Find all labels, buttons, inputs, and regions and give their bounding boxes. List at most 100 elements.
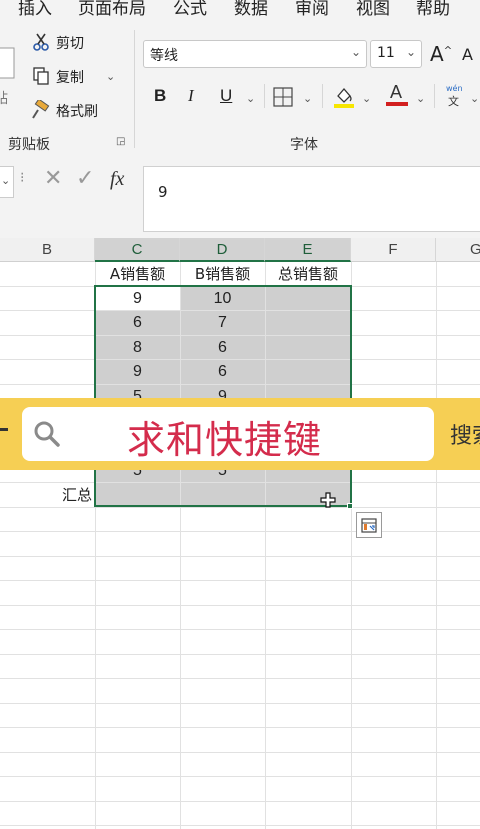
- font-color-chevron-down-icon[interactable]: ⌄: [416, 92, 425, 105]
- header-cell-total-sales[interactable]: 总销售额: [265, 262, 351, 286]
- chevron-down-icon: ⌄: [405, 45, 416, 59]
- total-label-cell[interactable]: 汇总: [0, 483, 92, 507]
- fill-handle[interactable]: [347, 503, 353, 509]
- paste-button[interactable]: 贴: [0, 30, 18, 120]
- gridline: [0, 556, 480, 557]
- column-headers: B C D E F G: [0, 238, 480, 262]
- gridline: [0, 507, 480, 508]
- increase-font-size-icon[interactable]: A^: [430, 42, 452, 66]
- name-box[interactable]: ⌄: [0, 166, 14, 198]
- borders-chevron-down-icon[interactable]: ⌄: [303, 92, 312, 105]
- gridline: [0, 629, 480, 630]
- paste-label: 贴: [0, 91, 8, 107]
- grip-icon: ⁝: [20, 170, 25, 186]
- decrease-font-size-icon[interactable]: A: [462, 45, 473, 64]
- ribbon: 贴 剪切 复制 ⌄ 格式刷 剪贴板 ◲ 等线 ⌄ 11 ⌄ A^ A B I U…: [0, 22, 480, 156]
- copy-label: 复制: [56, 70, 84, 86]
- chevron-down-icon: ⌄: [1, 174, 11, 187]
- gridline: [0, 727, 480, 728]
- enter-check-icon[interactable]: ✓: [76, 166, 94, 191]
- search-icon: [34, 421, 60, 447]
- column-header-b[interactable]: B: [0, 238, 95, 262]
- format-painter-icon: [32, 100, 50, 119]
- tab-help[interactable]: 帮助: [416, 0, 450, 19]
- tab-formulas[interactable]: 公式: [173, 0, 207, 19]
- column-header-g[interactable]: G: [436, 238, 480, 262]
- gridline: [0, 654, 480, 655]
- paste-icon: [0, 47, 15, 79]
- font-size-value: 11: [377, 45, 395, 61]
- gridline: [0, 605, 480, 606]
- gridline: [0, 531, 480, 532]
- tab-review[interactable]: 审阅: [295, 0, 329, 19]
- format-painter-button[interactable]: 格式刷: [30, 100, 110, 124]
- formula-bar: ⌄ ⁝ ✕ ✓ fx 9: [0, 156, 480, 238]
- banner-left-edge: [0, 428, 8, 431]
- column-header-c[interactable]: C: [95, 238, 180, 262]
- formula-value: 9: [158, 183, 168, 201]
- copy-icon: [33, 67, 49, 85]
- borders-icon[interactable]: [273, 87, 293, 107]
- font-group-label: 字体: [290, 137, 318, 153]
- phonetic-guide-button[interactable]: wén 文: [442, 84, 472, 110]
- tab-view[interactable]: 视图: [356, 0, 390, 19]
- ribbon-separator: [264, 84, 265, 108]
- chevron-down-icon: ⌄: [350, 45, 361, 59]
- gridline: [0, 801, 480, 802]
- gridline: [436, 262, 437, 829]
- column-header-f[interactable]: F: [351, 238, 436, 262]
- ribbon-separator: [134, 30, 135, 148]
- gridline: [0, 678, 480, 679]
- underline-button[interactable]: U: [220, 86, 232, 106]
- cancel-icon[interactable]: ✕: [44, 166, 62, 191]
- clipboard-group-label: 剪贴板: [8, 137, 50, 153]
- format-painter-label: 格式刷: [56, 104, 98, 120]
- tab-data[interactable]: 数据: [234, 0, 268, 19]
- ribbon-separator: [434, 84, 435, 108]
- column-header-e[interactable]: E: [265, 238, 351, 262]
- header-cell-a-sales[interactable]: A销售额: [95, 262, 180, 286]
- underline-chevron-down-icon[interactable]: ⌄: [246, 92, 255, 105]
- search-box[interactable]: 求和快捷键: [22, 407, 434, 462]
- search-button-label[interactable]: 搜索: [450, 418, 480, 450]
- cut-button[interactable]: 剪切: [32, 32, 102, 56]
- ribbon-separator: [322, 84, 323, 108]
- tab-page-layout[interactable]: 页面布局: [78, 0, 146, 19]
- cursor-plus-icon: [320, 492, 336, 508]
- fill-color-chevron-down-icon[interactable]: ⌄: [362, 92, 371, 105]
- header-cell-b-sales[interactable]: B销售额: [180, 262, 265, 286]
- italic-button[interactable]: I: [188, 86, 194, 106]
- phonetic-chevron-down-icon[interactable]: ⌄: [470, 92, 479, 105]
- cut-label: 剪切: [56, 36, 84, 52]
- scissors-icon: [33, 33, 49, 51]
- insert-function-button[interactable]: fx: [110, 168, 124, 191]
- worksheet-grid[interactable]: A销售额 B销售额 总销售额 9 10 6 7 8 6 9 6 5 9 5 5 …: [0, 262, 480, 829]
- bold-button[interactable]: B: [154, 86, 166, 106]
- ribbon-tab-bar: 插入 页面布局 公式 数据 审阅 视图 帮助: [0, 0, 480, 22]
- tab-insert[interactable]: 插入: [18, 0, 52, 19]
- font-name-select[interactable]: 等线 ⌄: [143, 40, 367, 68]
- copy-chevron-down-icon[interactable]: ⌄: [106, 70, 115, 83]
- dialog-launcher-icon[interactable]: ◲: [116, 136, 125, 147]
- gridline: [0, 776, 480, 777]
- pinyin-top-label: wén: [446, 84, 463, 93]
- gridline: [0, 752, 480, 753]
- font-color-swatch: [386, 102, 408, 106]
- gridline: [0, 580, 480, 581]
- font-color-letter: A: [390, 82, 403, 102]
- font-size-select[interactable]: 11 ⌄: [370, 40, 422, 68]
- search-query-text: 求和快捷键: [127, 418, 323, 462]
- quick-analysis-button[interactable]: [356, 512, 382, 538]
- column-header-d[interactable]: D: [180, 238, 265, 262]
- selection-border: [94, 285, 352, 507]
- fill-color-icon[interactable]: [333, 84, 355, 108]
- formula-input[interactable]: 9: [143, 166, 480, 232]
- copy-button[interactable]: 复制 ⌄: [32, 66, 118, 90]
- font-name-value: 等线: [150, 48, 178, 64]
- quick-analysis-icon: [361, 518, 377, 533]
- font-color-button[interactable]: A: [386, 82, 408, 108]
- gridline: [0, 703, 480, 704]
- search-banner: 求和快捷键 搜索: [0, 398, 480, 470]
- pinyin-bottom-label: 文: [448, 95, 459, 108]
- gridline: [0, 825, 480, 826]
